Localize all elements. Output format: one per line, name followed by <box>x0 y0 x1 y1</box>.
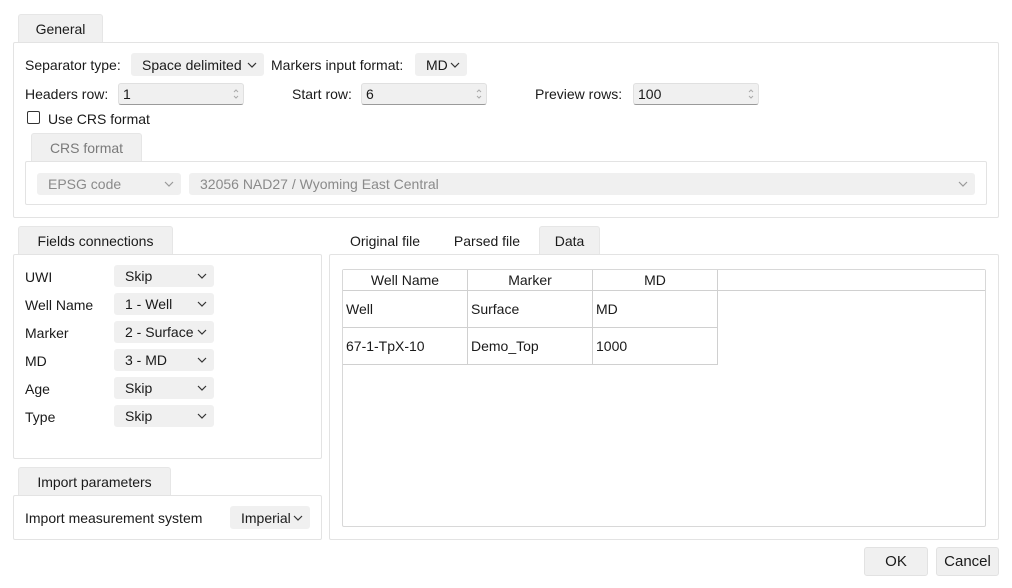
table-cell[interactable]: Surface <box>468 291 593 328</box>
tab-data[interactable]: Data <box>539 226 600 255</box>
markers-format-select[interactable]: MD <box>415 53 467 76</box>
tab-data-label: Data <box>554 233 585 249</box>
spin-arrows-icon[interactable] <box>229 88 243 100</box>
chevron-down-icon <box>291 515 305 521</box>
field-mapping-value: 2 - Surface <box>125 324 194 340</box>
header-filler <box>718 270 985 291</box>
start-row-spinbox[interactable]: 6 <box>361 83 487 105</box>
spin-arrows-icon[interactable] <box>744 88 758 100</box>
field-mapping-select[interactable]: Skip <box>114 265 214 287</box>
field-mapping-value: 3 - MD <box>125 352 167 368</box>
preview-rows-spinbox[interactable]: 100 <box>633 83 759 105</box>
chevron-down-icon <box>195 413 209 419</box>
tab-general-label: General <box>35 21 86 37</box>
table-cell[interactable]: MD <box>593 291 718 328</box>
chevron-down-icon <box>162 181 176 187</box>
field-label: Type <box>25 409 56 425</box>
tab-original-file[interactable]: Original file <box>337 226 433 255</box>
chevron-down-icon <box>195 385 209 391</box>
crs-value: 32056 NAD27 / Wyoming East Central <box>200 176 439 192</box>
field-mapping-value: Skip <box>125 408 153 424</box>
field-mapping-select[interactable]: Skip <box>114 405 214 427</box>
headers-row-spinbox[interactable]: 1 <box>118 83 244 105</box>
separator-type-value: Space delimited <box>142 56 242 73</box>
column-header[interactable]: Well Name <box>343 270 468 291</box>
measurement-system-label: Import measurement system <box>25 510 203 526</box>
start-row-label: Start row: <box>292 86 352 102</box>
preview-rows-value: 100 <box>638 86 662 102</box>
table-cell[interactable]: 1000 <box>593 328 718 365</box>
field-label: Well Name <box>25 297 94 313</box>
field-mapping-value: 1 - Well <box>125 296 173 312</box>
cancel-button[interactable]: Cancel <box>936 547 999 576</box>
preview-rows-label: Preview rows: <box>535 86 623 102</box>
chevron-down-icon <box>195 329 209 335</box>
chevron-down-icon <box>448 62 462 68</box>
field-mapping-select[interactable]: 2 - Surface <box>114 321 214 343</box>
field-label: Marker <box>25 325 69 341</box>
field-mapping-select[interactable]: 3 - MD <box>114 349 214 371</box>
crs-value-select: 32056 NAD27 / Wyoming East Central <box>189 173 975 195</box>
tab-general[interactable]: General <box>18 14 103 43</box>
field-mapping-select[interactable]: Skip <box>114 377 214 399</box>
headers-row-label: Headers row: <box>25 86 109 102</box>
headers-row-value: 1 <box>123 86 131 102</box>
crs-code-type-value: EPSG code <box>48 176 122 192</box>
ok-button[interactable]: OK <box>864 547 928 576</box>
use-crs-checkbox[interactable] <box>27 111 40 124</box>
ok-button-label: OK <box>885 553 907 570</box>
start-row-value: 6 <box>366 86 374 102</box>
markers-format-label: Markers input format: <box>271 57 404 73</box>
table-cell[interactable]: Well <box>343 291 468 328</box>
chevron-down-icon <box>245 62 259 68</box>
separator-type-select[interactable]: Space delimited <box>131 53 264 76</box>
chevron-down-icon <box>956 181 970 187</box>
tab-crs-format-label: CRS format <box>49 140 124 156</box>
field-label: MD <box>25 353 47 369</box>
tab-fields-connections[interactable]: Fields connections <box>18 226 173 255</box>
column-header[interactable]: Marker <box>468 270 593 291</box>
spin-arrows-icon[interactable] <box>472 88 486 100</box>
crs-code-type-select: EPSG code <box>37 173 181 195</box>
markers-format-value: MD <box>426 56 448 73</box>
tab-original-file-label: Original file <box>349 233 421 249</box>
cancel-button-label: Cancel <box>944 553 991 570</box>
field-label: Age <box>25 381 50 397</box>
tab-parsed-file[interactable]: Parsed file <box>441 226 533 255</box>
column-header[interactable]: MD <box>593 270 718 291</box>
tab-parsed-file-label: Parsed file <box>453 233 521 249</box>
table-cell[interactable]: Demo_Top <box>468 328 593 365</box>
tab-import-parameters-label: Import parameters <box>37 474 152 490</box>
field-label: UWI <box>25 269 53 285</box>
measurement-system-select[interactable]: Imperial <box>230 506 310 529</box>
tab-import-parameters[interactable]: Import parameters <box>18 467 171 496</box>
chevron-down-icon <box>195 273 209 279</box>
use-crs-label-clip: Use CRS format <box>48 109 168 126</box>
field-mapping-value: Skip <box>125 268 153 284</box>
separator-type-label: Separator type: <box>25 57 121 73</box>
measurement-system-value: Imperial <box>241 509 291 526</box>
field-mapping-select[interactable]: 1 - Well <box>114 293 214 315</box>
chevron-down-icon <box>195 301 209 307</box>
chevron-down-icon <box>195 357 209 363</box>
use-crs-label[interactable]: Use CRS format <box>48 110 150 126</box>
table-cell[interactable]: 67-1-TpX-10 <box>343 328 468 365</box>
tab-crs-format: CRS format <box>31 133 142 162</box>
tab-fields-connections-label: Fields connections <box>37 233 154 249</box>
field-mapping-value: Skip <box>125 380 153 396</box>
